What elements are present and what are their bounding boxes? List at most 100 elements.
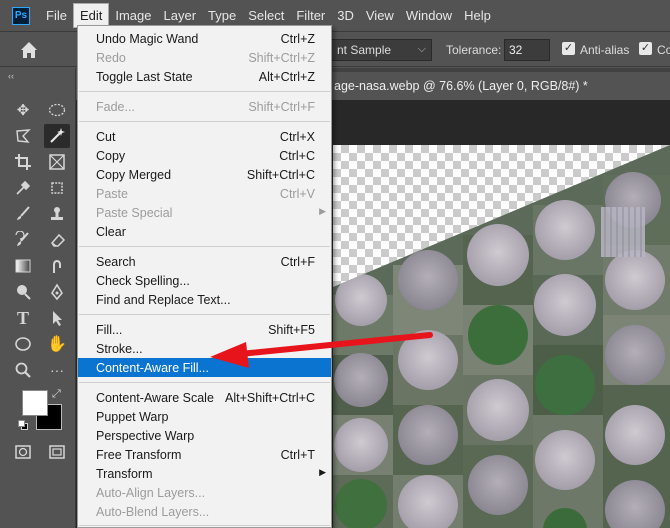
menu-copy-merged-label: Copy Merged <box>96 168 172 182</box>
dodge-tool-icon[interactable] <box>10 280 36 304</box>
satellite-image <box>333 145 670 528</box>
history-brush-tool-icon[interactable] <box>10 228 36 252</box>
quick-mask-icon[interactable] <box>10 440 36 464</box>
patch-tool-icon[interactable] <box>44 176 70 200</box>
menu-cut[interactable]: Cut Ctrl+X <box>78 127 331 146</box>
ellipse-tool-icon[interactable] <box>10 332 36 356</box>
menu-3d[interactable]: 3D <box>331 4 360 27</box>
menu-puppet-warp-label: Puppet Warp <box>96 410 169 424</box>
move-tool-icon[interactable]: ✥ <box>10 98 36 122</box>
antialias-label: Anti-alias <box>580 43 630 57</box>
path-selection-tool-icon[interactable] <box>44 306 70 330</box>
menu-copy-merged-shortcut: Shift+Ctrl+C <box>246 168 315 182</box>
collapse-panel-icon[interactable]: ‹‹ <box>8 71 14 81</box>
document-tab[interactable]: age-nasa.webp @ 76.6% (Layer 0, RGB/8#) … <box>330 72 670 100</box>
hand-tool-icon[interactable]: ✋ <box>44 332 70 356</box>
photoshop-logo: Ps <box>12 6 30 25</box>
gradient-tool-icon[interactable] <box>10 254 36 278</box>
menu-type[interactable]: Type <box>202 4 242 27</box>
pen-tool-icon[interactable] <box>44 280 70 304</box>
menu-auto-align-layers-label: Auto-Align Layers... <box>96 486 206 500</box>
menu-content-aware-fill[interactable]: Content-Aware Fill... <box>78 358 331 377</box>
menu-help[interactable]: Help <box>458 4 497 27</box>
sample-select[interactable]: nt Sample ⌵ <box>330 39 432 61</box>
menu-paste-special-label: Paste Special <box>96 206 173 220</box>
tolerance-input[interactable]: 32 <box>504 39 550 61</box>
frame-tool-icon[interactable] <box>44 150 70 174</box>
menu-redo-shortcut: Shift+Ctrl+Z <box>248 51 315 65</box>
menu-image[interactable]: Image <box>109 4 157 27</box>
menu-file[interactable]: File <box>40 4 73 27</box>
menu-auto-blend-layers-label: Auto-Blend Layers... <box>96 505 210 519</box>
edit-menu-dropdown: Undo Magic Wand Ctrl+Z Redo Shift+Ctrl+Z T… <box>77 25 332 528</box>
menu-transform[interactable]: Transform ▶ <box>78 464 331 483</box>
menu-search-shortcut: Ctrl+F <box>280 255 315 269</box>
menu-free-transform-shortcut: Ctrl+T <box>280 448 315 462</box>
chevron-down-icon: ⌵ <box>417 43 426 55</box>
menu-fill[interactable]: Fill... Shift+F5 <box>78 320 331 339</box>
menu-find-replace[interactable]: Find and Replace Text... <box>78 290 331 309</box>
menu-stroke-label: Stroke... <box>96 342 143 356</box>
menu-view[interactable]: View <box>360 4 400 27</box>
foreground-color-swatch[interactable] <box>22 390 48 416</box>
contiguous-label: Co <box>657 43 670 57</box>
menu-auto-blend-layers: Auto-Blend Layers... <box>78 502 331 521</box>
menu-transform-label: Transform <box>96 467 153 481</box>
zoom-tool-icon[interactable] <box>10 358 36 382</box>
menu-puppet-warp[interactable]: Puppet Warp <box>78 407 331 426</box>
smudge-tool-icon[interactable] <box>44 254 70 278</box>
tools-panel: ‹‹ ✥ T ✋ ··· ⤢ <box>0 68 76 528</box>
menu-toggle-last-state[interactable]: Toggle Last State Alt+Ctrl+Z <box>78 67 331 86</box>
menu-paste: Paste Ctrl+V <box>78 184 331 203</box>
lasso-tool-icon[interactable] <box>10 124 36 148</box>
menu-copy-merged[interactable]: Copy Merged Shift+Ctrl+C <box>78 165 331 184</box>
menu-fade-label: Fade... <box>96 100 135 114</box>
menu-content-aware-scale[interactable]: Content-Aware Scale Alt+Shift+Ctrl+C <box>78 388 331 407</box>
contiguous-checkbox[interactable]: ✓ <box>639 42 652 55</box>
crop-tool-icon[interactable] <box>10 150 36 174</box>
menu-layer[interactable]: Layer <box>158 4 203 27</box>
menu-separator <box>79 121 330 122</box>
menu-search-label: Search <box>96 255 136 269</box>
antialias-checkbox[interactable]: ✓ <box>562 42 575 55</box>
default-colors-icon[interactable] <box>18 420 28 430</box>
more-tools-icon[interactable]: ··· <box>44 358 70 382</box>
menu-stroke[interactable]: Stroke... <box>78 339 331 358</box>
sample-select-value: nt Sample <box>337 43 392 57</box>
eraser-tool-icon[interactable] <box>44 228 70 252</box>
image-canvas[interactable] <box>333 145 670 528</box>
menu-search[interactable]: Search Ctrl+F <box>78 252 331 271</box>
menu-fade: Fade... Shift+Ctrl+F <box>78 97 331 116</box>
menu-window[interactable]: Window <box>400 4 458 27</box>
menu-free-transform[interactable]: Free Transform Ctrl+T <box>78 445 331 464</box>
menu-cut-label: Cut <box>96 130 116 144</box>
menu-undo-shortcut: Ctrl+Z <box>280 32 315 46</box>
home-button[interactable] <box>18 40 40 60</box>
brush-tool-icon[interactable] <box>10 202 36 226</box>
menu-check-spelling-label: Check Spelling... <box>96 274 190 288</box>
marquee-tool-icon[interactable] <box>44 98 70 122</box>
menu-clear[interactable]: Clear <box>78 222 331 241</box>
stamp-tool-icon[interactable] <box>44 202 70 226</box>
menu-select[interactable]: Select <box>242 4 290 27</box>
submenu-arrow-icon: ▶ <box>319 467 326 477</box>
menu-undo[interactable]: Undo Magic Wand Ctrl+Z <box>78 29 331 48</box>
menu-separator <box>79 525 330 526</box>
menu-perspective-warp[interactable]: Perspective Warp <box>78 426 331 445</box>
type-tool-icon[interactable]: T <box>10 306 36 330</box>
menu-check-spelling[interactable]: Check Spelling... <box>78 271 331 290</box>
menu-copy[interactable]: Copy Ctrl+C <box>78 146 331 165</box>
magic-wand-tool-icon[interactable] <box>44 124 70 148</box>
menu-filter[interactable]: Filter <box>290 4 331 27</box>
menu-perspective-warp-label: Perspective Warp <box>96 429 195 443</box>
menu-paste-shortcut: Ctrl+V <box>279 187 315 201</box>
menu-fill-label: Fill... <box>96 323 123 337</box>
eyedropper-tool-icon[interactable] <box>10 176 36 200</box>
menu-content-aware-scale-shortcut: Alt+Shift+Ctrl+C <box>225 391 315 405</box>
menu-find-replace-label: Find and Replace Text... <box>96 293 231 307</box>
swap-colors-icon[interactable]: ⤢ <box>52 388 61 401</box>
screen-mode-icon[interactable] <box>44 440 70 464</box>
document-tab-bar: age-nasa.webp @ 76.6% (Layer 0, RGB/8#) … <box>330 68 670 100</box>
tolerance-label: Tolerance: <box>446 43 502 57</box>
menu-separator <box>79 314 330 315</box>
